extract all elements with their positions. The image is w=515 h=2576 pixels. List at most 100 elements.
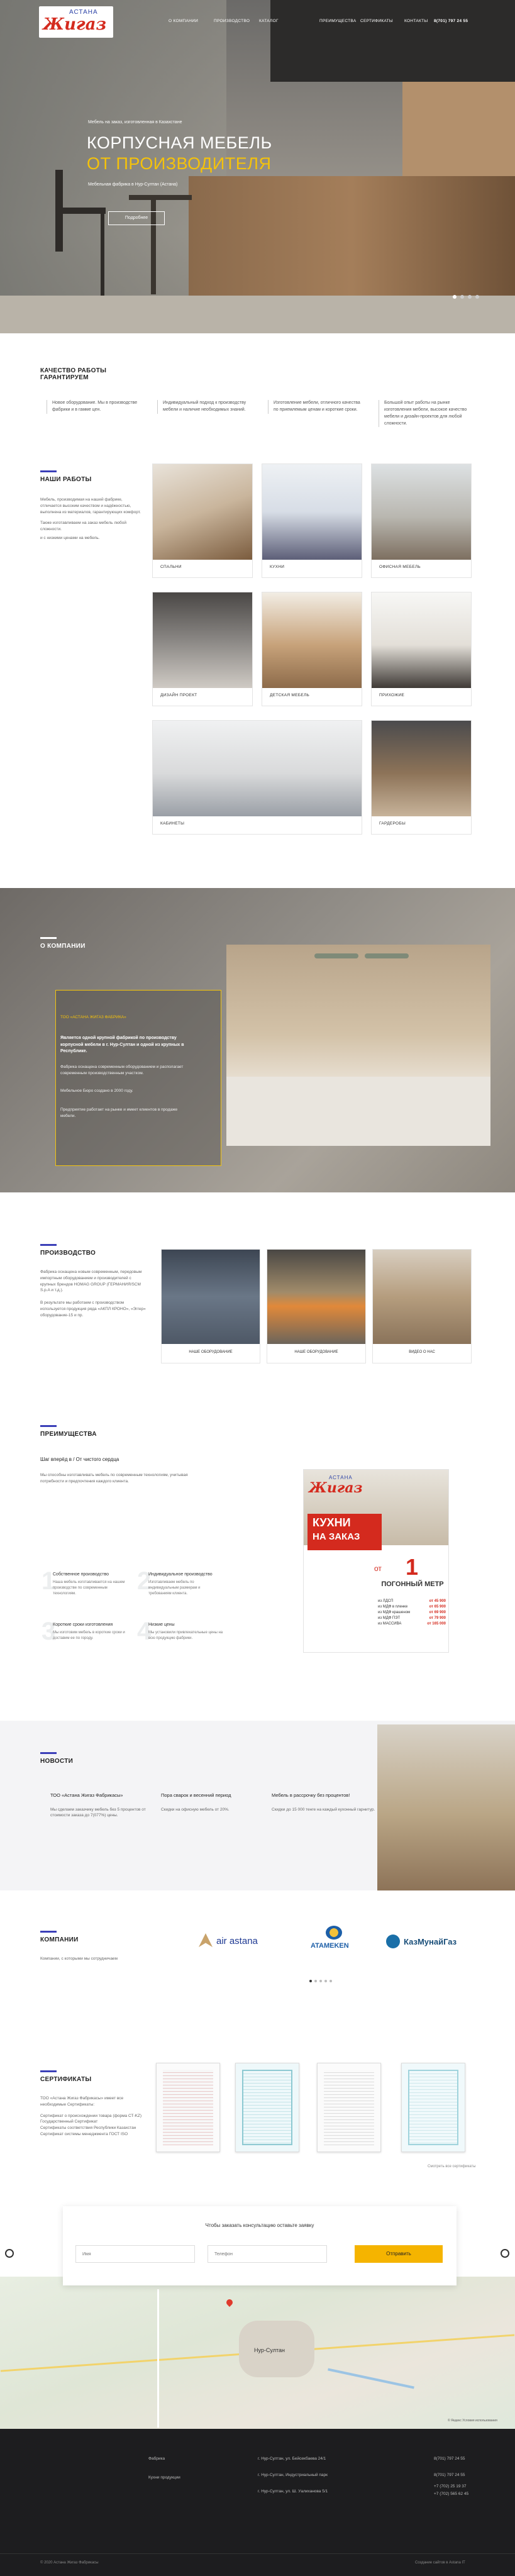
promo-poster[interactable]: АСТАНА Жигаз КУХНИ НА ЗАКАЗ от 1 ПОГОННЫ… bbox=[303, 1469, 449, 1653]
about-box-bold: Является одной крупной фабрикой по произ… bbox=[60, 1036, 184, 1053]
chair-leg bbox=[101, 208, 104, 296]
phone-input[interactable] bbox=[208, 2245, 327, 2263]
tile-photo bbox=[372, 464, 471, 560]
slider-dot[interactable] bbox=[475, 295, 479, 299]
about-box-p3: Предприятие работает на рынке и имеет кл… bbox=[60, 1108, 178, 1118]
quality-col-2: Индивидуальный подход к производству меб… bbox=[157, 400, 252, 414]
companies-text: Компании, с которыми мы сотрудничаем bbox=[40, 1957, 118, 1961]
carousel-dot[interactable] bbox=[324, 1980, 327, 1982]
quality-col-4: Большой опыт работы на рынке изготовлени… bbox=[379, 400, 473, 428]
form-next-circle-icon[interactable] bbox=[501, 2249, 509, 2258]
about-heading: О КОМПАНИИ bbox=[40, 937, 86, 950]
partner-logo-atameken[interactable]: ATAMEKEN bbox=[307, 1926, 363, 1957]
works-tile-wardrobes[interactable]: ГАРДЕРОБЫ bbox=[371, 720, 472, 835]
promo-price-row: из МДФ ПЭТ от 79 900 bbox=[378, 1616, 446, 1620]
tile-label: ОФИСНАЯ МЕБЕЛЬ bbox=[379, 565, 421, 569]
news-item[interactable]: ТОО «Астана Жигаз Фабрикасы» Мы сделаем … bbox=[50, 1792, 154, 1862]
nav-certificates[interactable]: СЕРТИФИКАТЫ bbox=[360, 19, 393, 23]
slider-dot[interactable] bbox=[468, 295, 472, 299]
form-prev-circle-icon[interactable] bbox=[5, 2249, 14, 2258]
accent-bar bbox=[40, 2070, 57, 2072]
map-pin-icon[interactable] bbox=[224, 2297, 235, 2307]
map[interactable]: Нур-Султан © Яндекс Условия использовани… bbox=[0, 2277, 515, 2429]
accent-bar bbox=[40, 1244, 57, 1246]
about-kitchen-wall bbox=[226, 945, 490, 1096]
slider-dot[interactable] bbox=[460, 295, 464, 299]
nav-catalog[interactable]: КАТАЛОГ bbox=[259, 19, 279, 23]
works-text-2: Также изготавливаем на заказ мебель любо… bbox=[40, 521, 126, 531]
news-item-title: ТОО «Астана Жигаз Фабрикасы» bbox=[50, 1792, 123, 1798]
promo-price-row: из МАССИВА от 165 000 bbox=[378, 1622, 446, 1626]
hero-kitchen-island bbox=[189, 176, 515, 302]
name-input[interactable] bbox=[75, 2245, 195, 2263]
tile-label: СПАЛЬНИ bbox=[160, 565, 182, 569]
news-item-title: Мебель в рассрочку без процентов! bbox=[272, 1792, 350, 1798]
nav-about[interactable]: О КОМПАНИИ bbox=[169, 19, 198, 23]
footer-phone[interactable]: 8(701) 797 24 55 bbox=[434, 2457, 465, 2461]
news-item[interactable]: Пора сварок и весенний период Скидки на … bbox=[161, 1792, 265, 1862]
footer-divider bbox=[0, 2553, 515, 2554]
nav-production[interactable]: ПРОИЗВОДСТВО bbox=[214, 19, 250, 23]
footer-link[interactable]: Кухни продукции bbox=[148, 2475, 180, 2480]
works-tile-office[interactable]: ОФИСНАЯ МЕБЕЛЬ bbox=[371, 464, 472, 578]
footer-phone[interactable]: +7 (702) 565 62 45 bbox=[434, 2492, 468, 2496]
works-tile-hallways[interactable]: ПРИХОЖИЕ bbox=[371, 592, 472, 706]
footer-link[interactable]: Фабрика bbox=[148, 2457, 165, 2461]
carousel-dot[interactable] bbox=[329, 1980, 332, 1982]
promo-banner-line2: НА ЗАКАЗ bbox=[313, 1531, 360, 1542]
footer-phone[interactable]: 8(701) 797 24 55 bbox=[434, 2473, 465, 2477]
slider-dot[interactable] bbox=[453, 295, 457, 299]
tile-photo bbox=[153, 592, 252, 688]
chair-seat bbox=[55, 208, 106, 214]
production-tile-equipment-2[interactable]: НАШЕ ОБОРУДОВАНИЕ bbox=[267, 1249, 366, 1363]
tile-photo bbox=[267, 1250, 365, 1344]
production-tile-video[interactable]: ВИДЕО О НАС bbox=[372, 1249, 472, 1363]
tile-photo bbox=[262, 464, 362, 560]
benefit-title: Низкие цены bbox=[148, 1623, 175, 1627]
works-tile-bedrooms[interactable]: СПАЛЬНИ bbox=[152, 464, 253, 578]
nav-contacts[interactable]: КОНТАКТЫ bbox=[404, 19, 428, 23]
submit-button[interactable]: Отправить bbox=[355, 2245, 443, 2263]
hero-more-button[interactable]: Подробнее bbox=[108, 211, 165, 225]
news-kitchen-photo bbox=[377, 1724, 515, 1890]
works-title: НАШИ РАБОТЫ bbox=[40, 476, 92, 483]
partner-logo-kmg[interactable]: КазМунайГаз bbox=[386, 1932, 480, 1953]
footer-developer-link[interactable]: Создание сайтов в Astana IT bbox=[415, 2561, 465, 2565]
certificate-thumb[interactable] bbox=[235, 2063, 299, 2152]
about-box-p1: Фабрика оснащена современным оборудовани… bbox=[60, 1065, 184, 1075]
accent-bar bbox=[40, 1425, 57, 1427]
certificates-list-item: Сертификат системы менеджмента ГОСТ ISO bbox=[40, 2131, 128, 2136]
news-item[interactable]: Мебель в рассрочку без процентов! Скидки… bbox=[272, 1792, 375, 1862]
tile-photo bbox=[162, 1250, 260, 1344]
certificate-thumb[interactable] bbox=[317, 2063, 381, 2152]
works-tile-cabinets[interactable]: КАБИНЕТЫ bbox=[152, 720, 362, 835]
news-item-title: Пора сварок и весенний период bbox=[161, 1792, 231, 1798]
carousel-dot[interactable] bbox=[309, 1980, 312, 1982]
partner-name: air astana bbox=[216, 1936, 258, 1946]
quality-col-3: Изготовление мебели, отличного качества … bbox=[268, 400, 362, 414]
carousel-dot[interactable] bbox=[314, 1980, 317, 1982]
works-tile-design[interactable]: ДИЗАЙН ПРОЕКТ bbox=[152, 592, 253, 706]
form-title: Чтобы заказать консультацию оставьте зая… bbox=[205, 2223, 314, 2228]
partner-logo-airastana[interactable]: air astana bbox=[199, 1931, 280, 1956]
certificates-list-item: Сертификаты соответствия Республики Каза… bbox=[40, 2126, 136, 2130]
production-tile-equipment[interactable]: НАШЕ ОБОРУДОВАНИЕ bbox=[161, 1249, 260, 1363]
carousel-dot[interactable] bbox=[319, 1980, 322, 1982]
tile-photo bbox=[372, 592, 471, 688]
promo-price-row: из МДФ в пленке от 65 900 bbox=[378, 1605, 446, 1609]
works-tile-kids[interactable]: ДЕТСКАЯ МЕБЕЛЬ bbox=[262, 592, 362, 706]
hero-floor bbox=[0, 296, 515, 333]
footer-phone[interactable]: +7 (702) 25 19 37 bbox=[434, 2484, 467, 2489]
certificate-thumb[interactable] bbox=[401, 2063, 465, 2152]
accent-bar bbox=[40, 1752, 57, 1754]
logo[interactable]: АСТАНА Жигаз bbox=[39, 6, 113, 38]
works-tile-kitchens[interactable]: КУХНИ bbox=[262, 464, 362, 578]
certificate-thumb[interactable] bbox=[156, 2063, 220, 2152]
certificate-content bbox=[408, 2070, 458, 2145]
tile-label: ДИЗАЙН ПРОЕКТ bbox=[160, 693, 197, 697]
certificates-more-link[interactable]: Смотреть все сертификаты bbox=[428, 2165, 476, 2168]
nav-benefits[interactable]: ПРЕИМУЩЕСТВА bbox=[319, 19, 357, 23]
quality-heading: КАЧЕСТВО РАБОТЫ ГАРАНТИРУЕМ bbox=[40, 367, 135, 381]
certificates-intro: ТОО «Астана Жигаз Фабрикасы» имеет все н… bbox=[40, 2096, 124, 2107]
header-phone[interactable]: 8(701) 797 24 55 bbox=[434, 19, 468, 23]
